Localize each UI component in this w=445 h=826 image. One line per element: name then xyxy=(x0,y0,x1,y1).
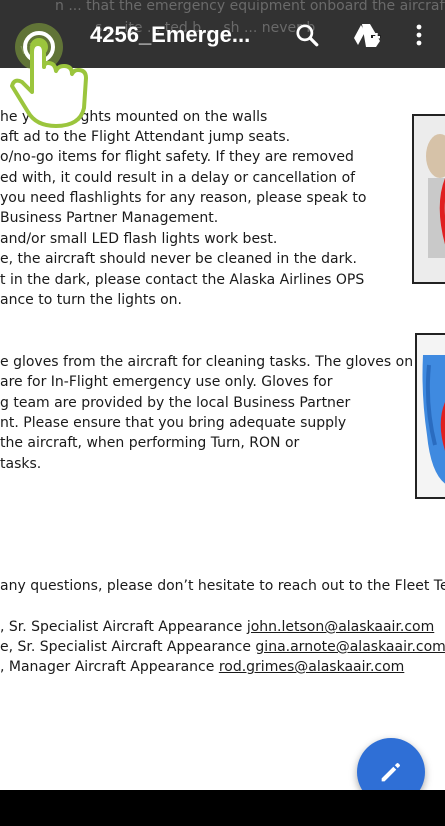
flashlight-photo-graphic xyxy=(414,116,445,282)
doc-line: you need flashlights for any reason, ple… xyxy=(0,190,367,206)
contact-title: e, Sr. Specialist Aircraft Appearance xyxy=(0,639,256,655)
doc-line: ance to turn the lights on. xyxy=(0,292,182,308)
gloves-photo xyxy=(415,333,445,499)
gloves-photo-graphic xyxy=(417,335,445,497)
email-link[interactable]: rod.grimes@alaskaair.com xyxy=(219,659,405,675)
system-nav-bar xyxy=(0,790,445,826)
more-vert-icon[interactable] xyxy=(404,20,434,50)
drive-add-icon[interactable] xyxy=(352,20,382,50)
flashlight-photo xyxy=(412,114,445,284)
doc-line: o/no-go items for flight safety. If they… xyxy=(0,149,354,165)
doc-line: the aircraft, when performing Turn, RON … xyxy=(0,435,300,451)
doc-line: t in the dark, please contact the Alaska… xyxy=(0,272,365,288)
contact-title: , Manager Aircraft Appearance xyxy=(0,659,219,675)
touch-pointer-icon xyxy=(10,23,88,128)
doc-line: g team are provided by the local Busines… xyxy=(0,395,351,411)
contact-line: , Manager Aircraft Appearance rod.grimes… xyxy=(0,657,404,677)
email-link[interactable]: john.letson@alaskaair.com xyxy=(247,619,434,635)
doc-line: tasks. xyxy=(0,456,42,472)
email-link[interactable]: gina.arnote@alaskaair.com xyxy=(255,639,445,655)
obscured-doc-text: n ... that the emergency equipment onboa… xyxy=(55,0,445,14)
doc-line: nt. Please ensure that you bring adequat… xyxy=(0,415,347,431)
doc-line: ed with, it could result in a delay or c… xyxy=(0,170,356,186)
pencil-icon xyxy=(381,762,401,782)
contact-line: e, Sr. Specialist Aircraft Appearance gi… xyxy=(0,637,445,657)
doc-line: e, the aircraft should never be cleaned … xyxy=(0,251,357,267)
contact-title: , Sr. Specialist Aircraft Appearance xyxy=(0,619,247,635)
search-icon[interactable] xyxy=(292,20,322,50)
document-title[interactable]: 4256_Emerge... xyxy=(90,22,250,48)
contact-line: , Sr. Specialist Aircraft Appearance joh… xyxy=(0,617,434,637)
doc-line: and/or small LED flash lights work best. xyxy=(0,231,278,247)
doc-line: any questions, please don’t hesitate to … xyxy=(0,578,445,594)
doc-line: e gloves from the aircraft for cleaning … xyxy=(0,354,414,370)
doc-line: are for In-Flight emergency use only. Gl… xyxy=(0,374,333,390)
doc-line: Business Partner Management. xyxy=(0,210,219,226)
